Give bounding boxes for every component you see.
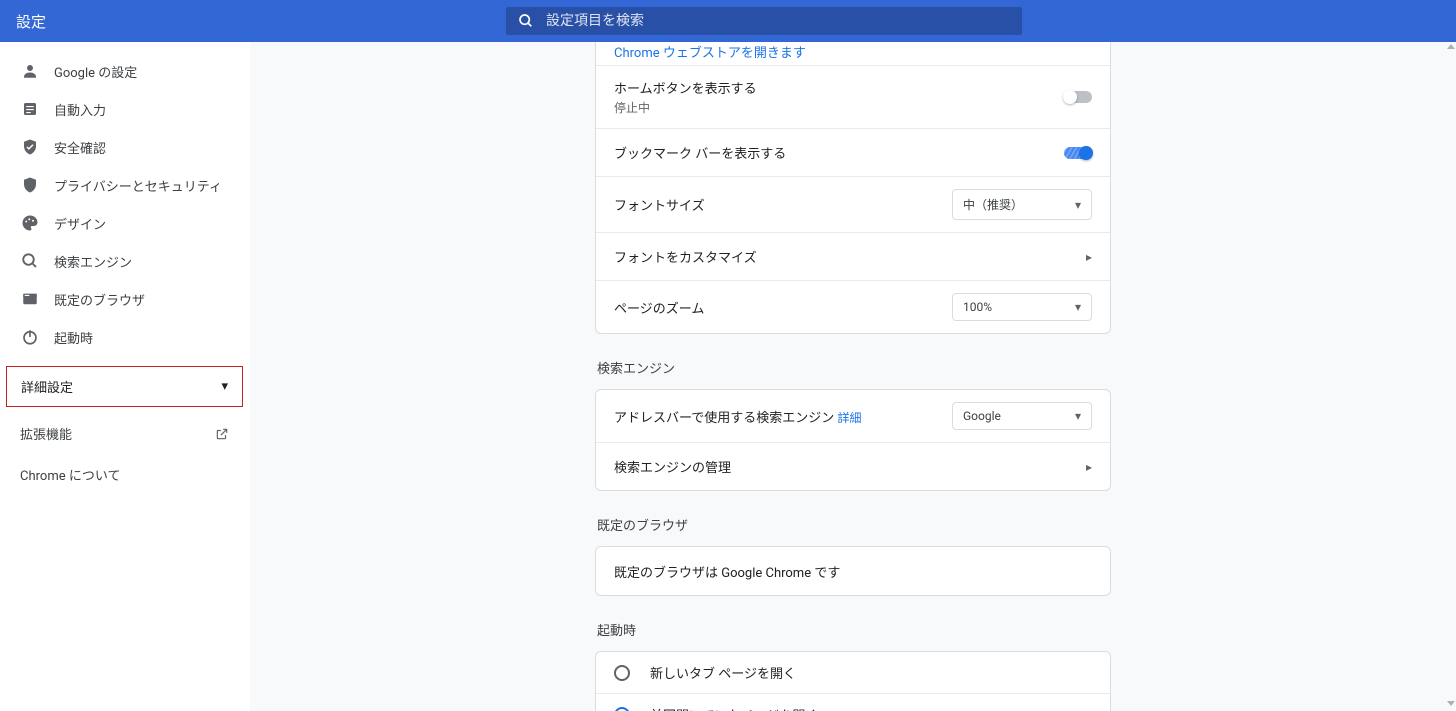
font-size-row: フォントサイズ 中（推奨） ▾ <box>596 176 1110 232</box>
search-input[interactable] <box>546 13 1010 29</box>
section-startup: 起動時 <box>597 620 1111 639</box>
addressbar-engine-select[interactable]: Google ▾ <box>952 402 1092 430</box>
chevron-down-icon: ▾ <box>221 379 228 394</box>
chevron-right-icon: ▸ <box>1086 250 1092 264</box>
section-default-browser: 既定のブラウザ <box>597 515 1111 534</box>
sidebar-item-startup[interactable]: 起動時 <box>0 318 249 356</box>
header: 設定 <box>0 0 1456 42</box>
sidebar-item-extensions[interactable]: 拡張機能 <box>0 413 249 454</box>
sidebar-item-safety[interactable]: 安全確認 <box>0 128 249 166</box>
startup-option-continue[interactable]: 前回開いていたページを開く <box>596 693 1110 711</box>
sidebar-item-google[interactable]: Google の設定 <box>0 52 249 90</box>
chevron-down-icon: ▾ <box>1075 300 1081 314</box>
section-search-engine: 検索エンジン <box>597 358 1111 377</box>
bookmarks-bar-toggle[interactable] <box>1064 147 1092 159</box>
bookmarks-bar-row: ブックマーク バーを表示する <box>596 128 1110 176</box>
sidebar-advanced[interactable]: 詳細設定 ▾ <box>6 366 243 407</box>
external-link-icon <box>215 427 229 441</box>
search-engine-card: アドレスバーで使用する検索エンジン 詳細 Google ▾ 検索エンジンの管理 … <box>595 389 1111 491</box>
chevron-right-icon: ▸ <box>1086 460 1092 474</box>
page-zoom-row: ページのズーム 100% ▾ <box>596 280 1110 333</box>
chevron-down-icon: ▾ <box>1075 409 1081 423</box>
sidebar-item-search-engine[interactable]: 検索エンジン <box>0 242 249 280</box>
default-browser-card: 既定のブラウザは Google Chrome です <box>595 546 1111 596</box>
browser-icon <box>20 289 40 309</box>
default-browser-row: 既定のブラウザは Google Chrome です <box>596 547 1110 595</box>
chevron-down-icon: ▾ <box>1075 198 1081 212</box>
addressbar-engine-row: アドレスバーで使用する検索エンジン 詳細 Google ▾ <box>596 390 1110 442</box>
customize-fonts-row[interactable]: フォントをカスタマイズ ▸ <box>596 232 1110 280</box>
advanced-label: 詳細設定 <box>21 377 73 396</box>
scrollbar-up-icon[interactable] <box>1446 44 1456 52</box>
person-icon <box>20 61 40 81</box>
palette-icon <box>20 213 40 233</box>
sidebar-item-about[interactable]: Chrome について <box>0 454 249 495</box>
manage-search-row[interactable]: 検索エンジンの管理 ▸ <box>596 442 1110 490</box>
sidebar: Google の設定 自動入力 安全確認 プライバシーとセキュリティ デザイン … <box>0 42 250 711</box>
sidebar-item-privacy[interactable]: プライバシーとセキュリティ <box>0 166 249 204</box>
radio-icon <box>614 665 630 681</box>
main-content: Chrome ウェブストアを開きます ホームボタンを表示する 停止中 ブックマー… <box>250 42 1456 711</box>
sidebar-item-design[interactable]: デザイン <box>0 204 249 242</box>
search-icon <box>518 13 534 29</box>
search-container[interactable] <box>506 7 1022 35</box>
home-button-row: ホームボタンを表示する 停止中 <box>596 65 1110 128</box>
web-store-row[interactable]: Chrome ウェブストアを開きます <box>596 42 1110 65</box>
font-size-select[interactable]: 中（推奨） ▾ <box>952 189 1092 220</box>
home-button-toggle[interactable] <box>1064 91 1092 103</box>
page-title: 設定 <box>16 11 46 32</box>
scrollbar-down-icon[interactable] <box>1446 701 1456 709</box>
startup-card: 新しいタブ ページを開く 前回開いていたページを開く 特定のページまたはページセ… <box>595 651 1111 711</box>
page-zoom-select[interactable]: 100% ▾ <box>952 293 1092 321</box>
autofill-icon <box>20 99 40 119</box>
design-card: Chrome ウェブストアを開きます ホームボタンを表示する 停止中 ブックマー… <box>595 42 1111 334</box>
startup-option-new-tab[interactable]: 新しいタブ ページを開く <box>596 652 1110 693</box>
sidebar-item-default-browser[interactable]: 既定のブラウザ <box>0 280 249 318</box>
sidebar-item-autofill[interactable]: 自動入力 <box>0 90 249 128</box>
shield-check-icon <box>20 137 40 157</box>
search-icon <box>20 251 40 271</box>
power-icon <box>20 327 40 347</box>
shield-icon <box>20 175 40 195</box>
engine-details-link[interactable]: 詳細 <box>837 411 861 425</box>
radio-icon <box>614 707 630 711</box>
